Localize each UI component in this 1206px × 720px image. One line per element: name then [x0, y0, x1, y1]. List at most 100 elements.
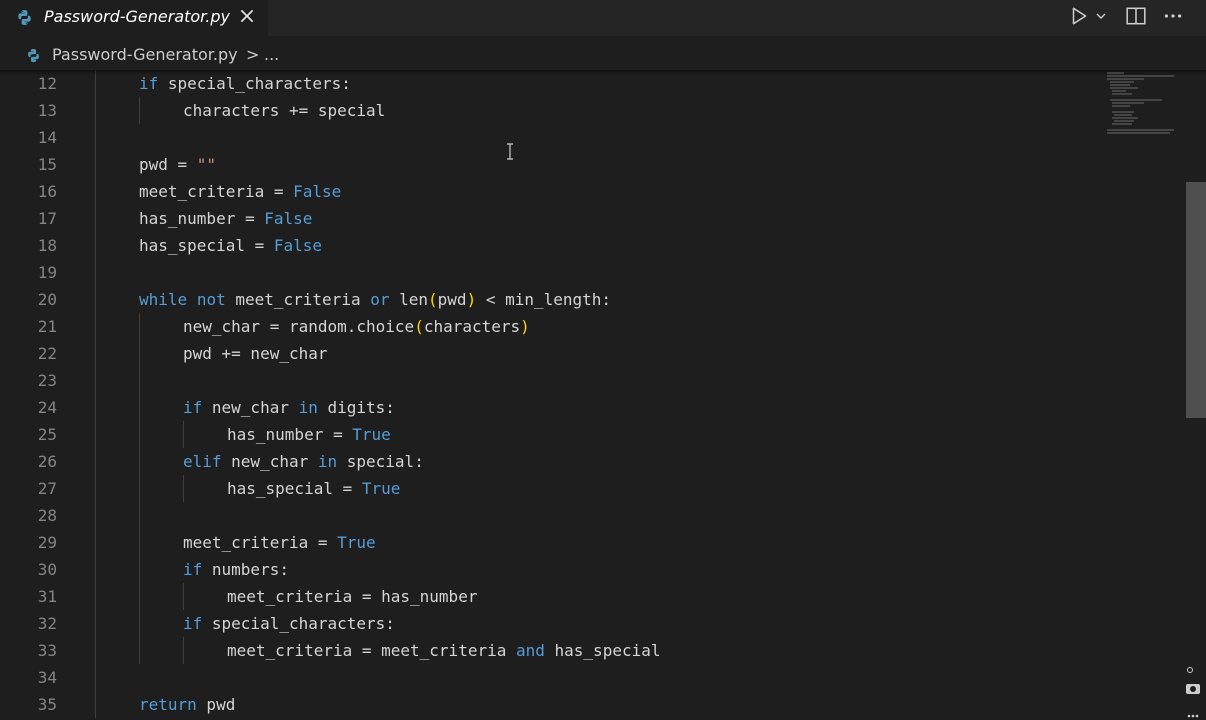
- vertical-scrollbar[interactable]: [1186, 182, 1206, 418]
- line-number: 13: [37, 101, 57, 120]
- code-line[interactable]: 23: [0, 367, 1100, 394]
- code-token: meet_criteria: [225, 290, 371, 309]
- code-text: pwd = "": [139, 151, 216, 178]
- tab-bar: Password-Generator.py: [0, 0, 1206, 36]
- code-token: pwd =: [139, 155, 197, 174]
- code-token: True: [337, 533, 376, 552]
- line-number: 17: [37, 209, 57, 228]
- code-text: while not meet_criteria or len(pwd) < mi…: [139, 286, 611, 313]
- indent-guide: [183, 583, 184, 610]
- code-token: has_number =: [139, 209, 265, 228]
- code-text: if special_characters:: [183, 610, 395, 637]
- code-line[interactable]: 24 if new_char in digits:: [0, 394, 1100, 421]
- camera-icon[interactable]: [1180, 662, 1206, 720]
- code-line[interactable]: 15 pwd = "": [0, 151, 1100, 178]
- code-editor[interactable]: 12 if special_characters: 13 characters += …: [0, 70, 1206, 720]
- line-number: 21: [37, 317, 57, 336]
- indent-guide: [139, 313, 140, 664]
- code-line[interactable]: 22 pwd += new_char: [0, 340, 1100, 367]
- code-token: characters: [423, 317, 521, 336]
- code-token: has_special =: [139, 236, 274, 255]
- line-number: 30: [37, 560, 57, 579]
- line-number: 32: [37, 614, 57, 633]
- close-icon[interactable]: [238, 7, 256, 25]
- code-line[interactable]: 32 if special_characters:: [0, 610, 1100, 637]
- scroll-shadow: [0, 70, 1206, 75]
- code-token: digits:: [317, 398, 395, 417]
- code-line[interactable]: 30 if numbers:: [0, 556, 1100, 583]
- code-line[interactable]: 19: [0, 259, 1100, 286]
- code-line[interactable]: 29 meet_criteria = True: [0, 529, 1100, 556]
- code-token: len: [389, 290, 429, 309]
- code-line[interactable]: 33 meet_criteria = meet_criteria and has_…: [0, 637, 1100, 664]
- code-token: or: [370, 290, 390, 309]
- code-token: False: [273, 236, 323, 255]
- code-line[interactable]: 25 has_number = True: [0, 421, 1100, 448]
- more-icon[interactable]: [1161, 5, 1185, 27]
- breadcrumb-separator: >: [246, 45, 260, 64]
- code-line[interactable]: 26 elif new_char in special:: [0, 448, 1100, 475]
- code-token: meet_criteria = has_number: [227, 587, 478, 606]
- code-token: meet_criteria = meet_criteria: [227, 641, 516, 660]
- line-number: 24: [37, 398, 57, 417]
- code-line[interactable]: 20 while not meet_criteria or len(pwd) < …: [0, 286, 1100, 313]
- line-number: 28: [37, 506, 57, 525]
- code-token: meet_criteria =: [139, 182, 294, 201]
- indent-guide: [139, 97, 140, 124]
- breadcrumb-symbols[interactable]: ...: [264, 45, 279, 64]
- editor-tab[interactable]: Password-Generator.py: [0, 0, 268, 36]
- code-line[interactable]: 14: [0, 124, 1100, 151]
- split-editor-icon[interactable]: [1124, 5, 1148, 27]
- line-number: 31: [37, 587, 57, 606]
- indent-guide: [183, 475, 184, 502]
- line-number: 25: [37, 425, 57, 444]
- minimap[interactable]: [1104, 70, 1184, 150]
- code-token: ): [466, 290, 477, 309]
- code-token: new_char: [221, 452, 318, 471]
- python-file-icon: [18, 10, 31, 25]
- code-line[interactable]: 21 new_char = random.choice(characters): [0, 313, 1100, 340]
- indent-guide: [183, 421, 184, 448]
- code-token: pwd += new_char: [183, 344, 328, 363]
- line-number: 22: [37, 344, 57, 363]
- code-line[interactable]: 13 characters += special: [0, 97, 1100, 124]
- code-text: has_special = True: [227, 475, 400, 502]
- code-token: True: [352, 425, 391, 444]
- code-text: elif new_char in special:: [183, 448, 424, 475]
- code-token: meet_criteria =: [183, 533, 338, 552]
- code-token: if: [139, 74, 159, 93]
- code-line[interactable]: 31 meet_criteria = has_number: [0, 583, 1100, 610]
- code-token: in: [298, 398, 318, 417]
- line-number: 33: [37, 641, 57, 660]
- code-token: while: [139, 290, 188, 309]
- code-token: True: [361, 479, 401, 498]
- indent-guide: [95, 70, 96, 718]
- code-token: not: [196, 290, 226, 309]
- code-text: has_number = False: [139, 205, 312, 232]
- code-line[interactable]: 35 return pwd: [0, 691, 1100, 718]
- code-token: has_special: [544, 641, 661, 660]
- breadcrumb: Password-Generator.py > ...: [0, 36, 1206, 72]
- code-text: return pwd: [139, 691, 235, 718]
- code-token: if: [183, 560, 203, 579]
- code-line[interactable]: 16 meet_criteria = False: [0, 178, 1100, 205]
- code-line[interactable]: 28: [0, 502, 1100, 529]
- play-icon[interactable]: [1068, 5, 1090, 27]
- code-token: new_char = random.choice: [183, 317, 415, 336]
- code-line[interactable]: 34: [0, 664, 1100, 691]
- chevron-down-icon[interactable]: [1094, 5, 1108, 27]
- code-token: False: [293, 182, 342, 201]
- code-line[interactable]: 27 has_special = True: [0, 475, 1100, 502]
- breadcrumb-file[interactable]: Password-Generator.py: [52, 45, 238, 64]
- line-number: 34: [37, 668, 57, 687]
- code-token: < min_length:: [476, 290, 612, 309]
- tab-title: Password-Generator.py: [44, 7, 230, 26]
- code-line[interactable]: 18 has_special = False: [0, 232, 1100, 259]
- code-text: meet_criteria = True: [183, 529, 376, 556]
- line-number: 35: [37, 695, 57, 714]
- code-token: if: [183, 398, 203, 417]
- code-token: and: [515, 641, 545, 660]
- code-line[interactable]: 17 has_number = False: [0, 205, 1100, 232]
- line-number: 20: [37, 290, 57, 309]
- code-token: (: [428, 290, 438, 309]
